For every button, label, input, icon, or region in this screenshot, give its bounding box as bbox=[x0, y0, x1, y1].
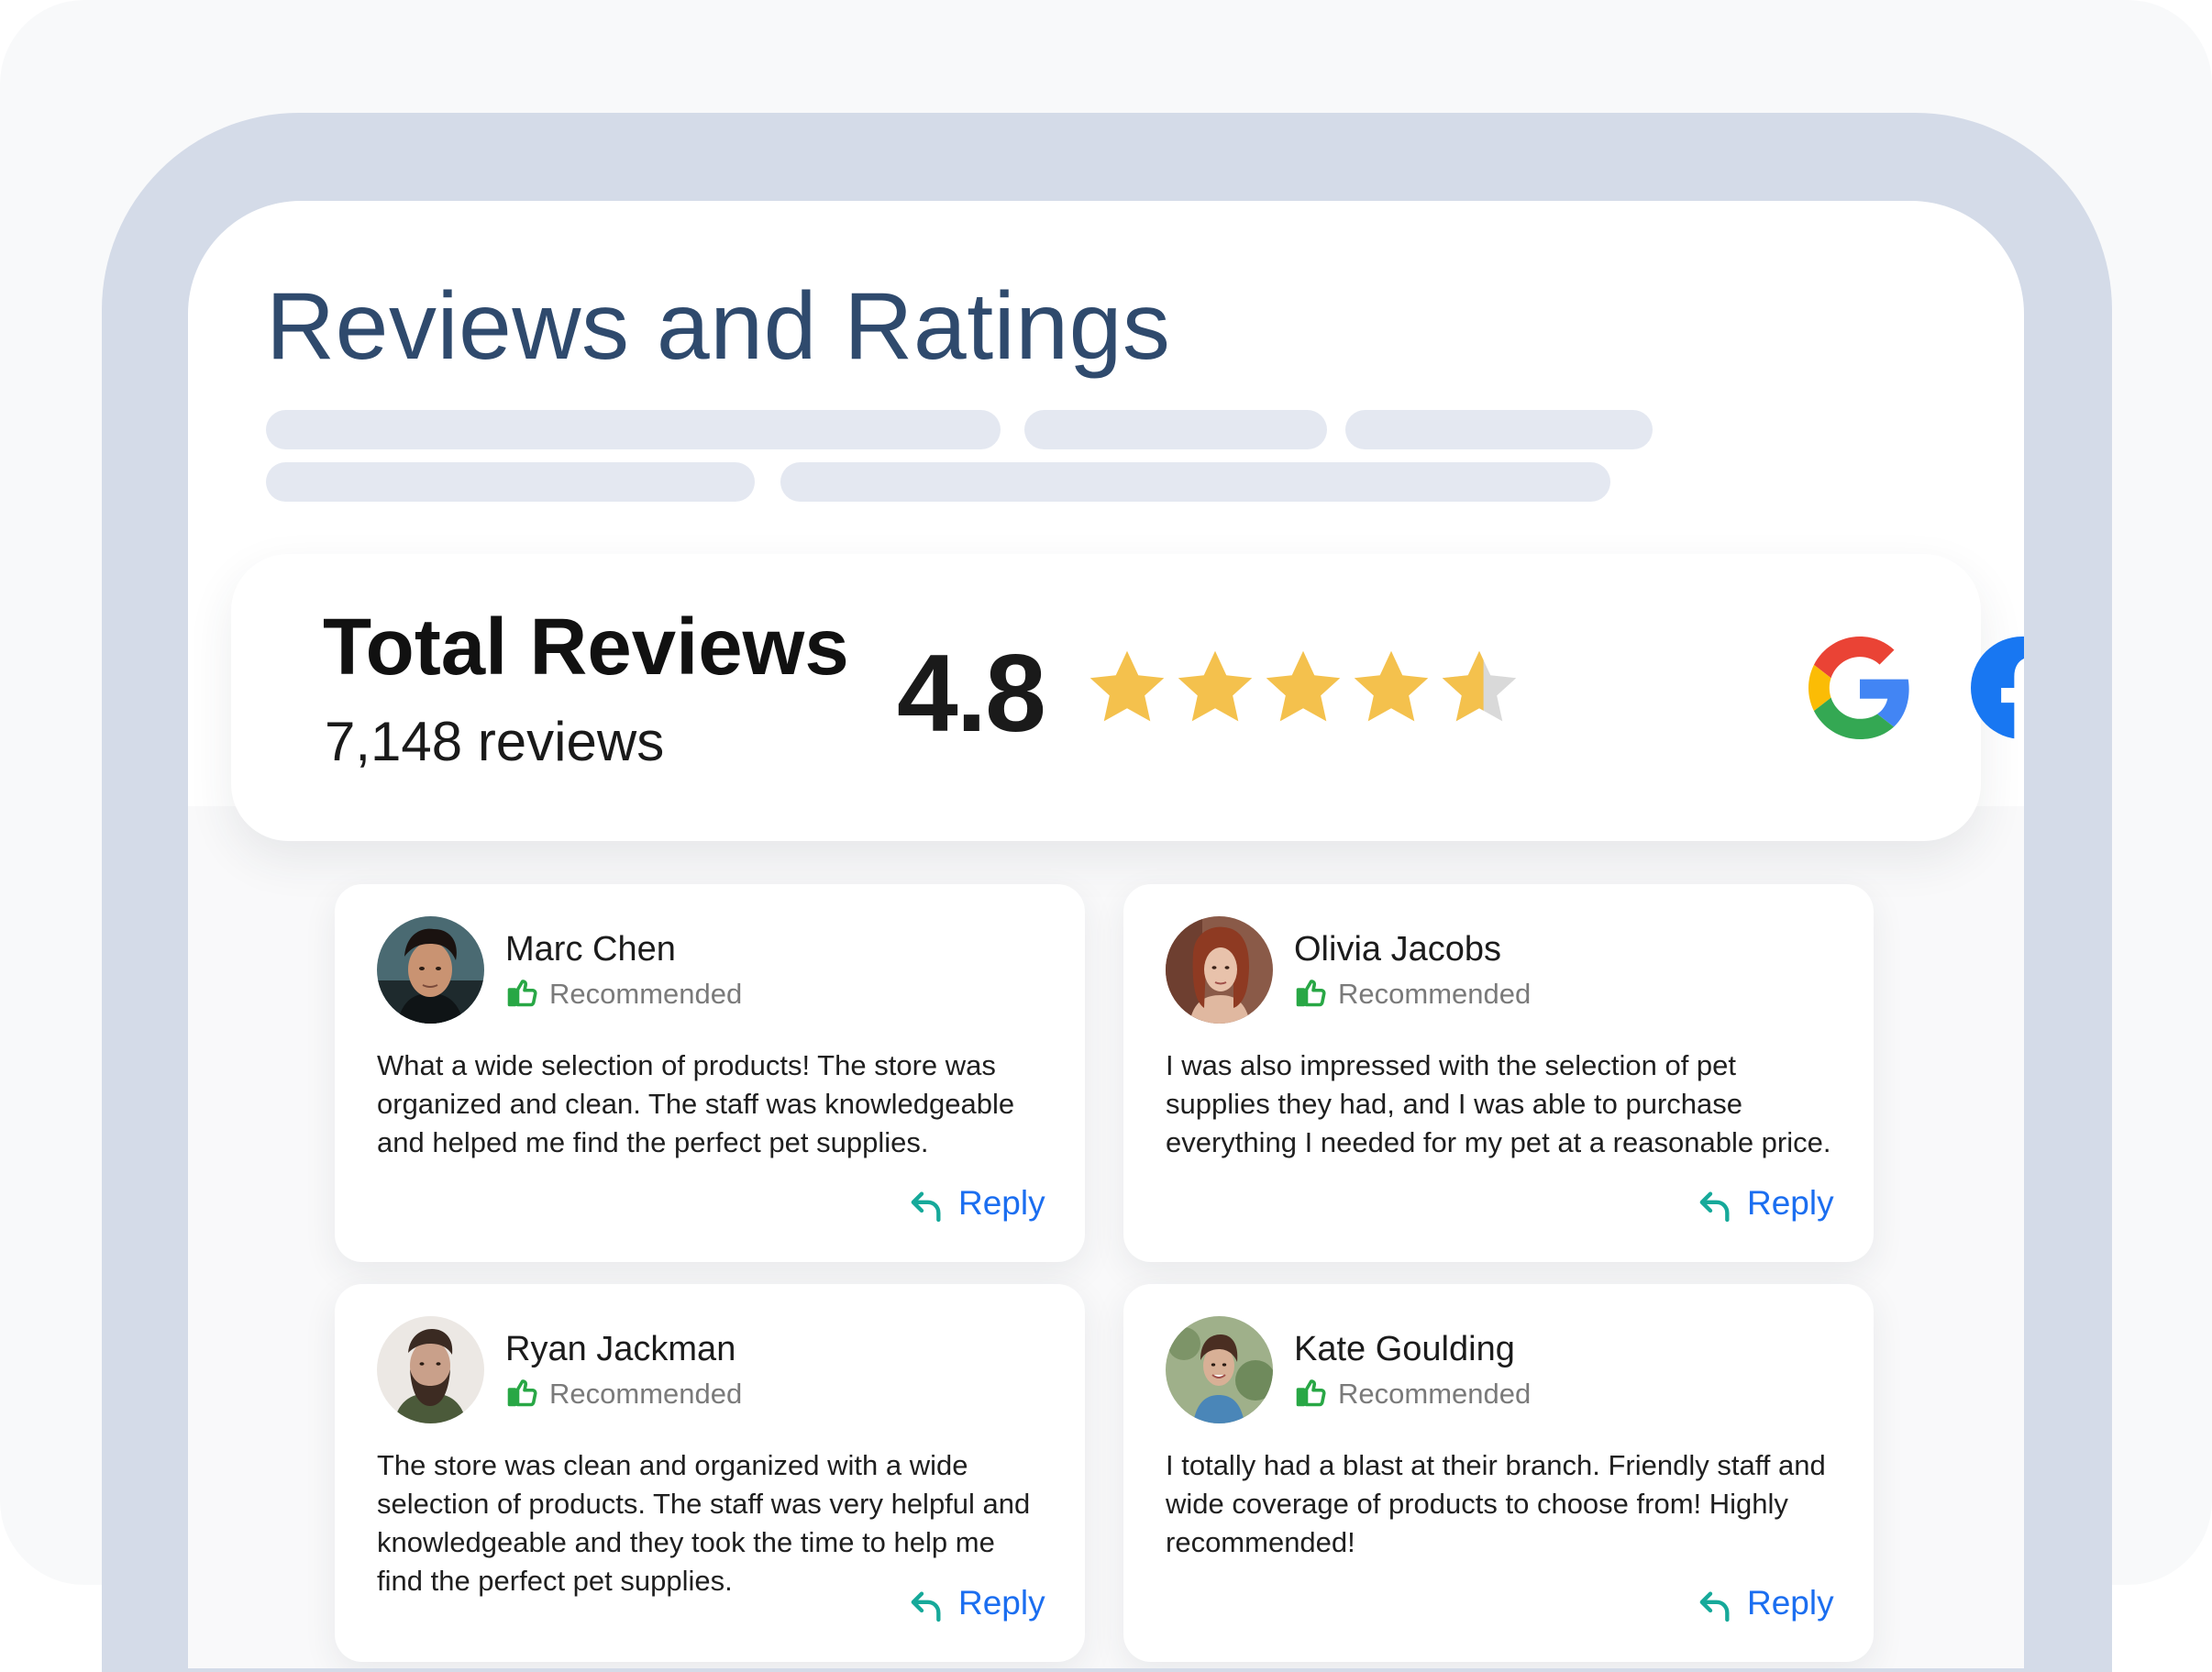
avatar bbox=[377, 1316, 484, 1423]
review-card: Kate Goulding Recommended I totally had … bbox=[1123, 1284, 1874, 1662]
reply-arrow-icon bbox=[911, 1591, 941, 1622]
recommended-label: Recommended bbox=[1338, 1378, 1532, 1410]
star-icon bbox=[1354, 650, 1429, 722]
reply-arrow-icon bbox=[1699, 1191, 1730, 1223]
review-card: Ryan Jackman Recommended The store was c… bbox=[335, 1284, 1085, 1662]
recommended-label: Recommended bbox=[549, 978, 743, 1010]
star-icon bbox=[1266, 650, 1341, 722]
avatar bbox=[1166, 916, 1273, 1024]
google-icon[interactable] bbox=[1808, 637, 1911, 739]
page-title: Reviews and Ratings bbox=[266, 273, 1171, 380]
reply-button[interactable]: Reply bbox=[908, 1584, 1045, 1626]
reply-arrow-icon bbox=[911, 1191, 941, 1223]
reviewer-name: Kate Goulding bbox=[1294, 1330, 1515, 1368]
total-reviews-card: Total Reviews 7,148 reviews 4.8 bbox=[231, 554, 2024, 841]
recommended-label: Recommended bbox=[549, 1378, 743, 1410]
facebook-icon[interactable] bbox=[1971, 637, 2024, 739]
reply-button[interactable]: Reply bbox=[908, 1184, 1045, 1226]
reply-button[interactable]: Reply bbox=[1697, 1184, 1834, 1226]
total-reviews-title: Total Reviews bbox=[323, 603, 849, 692]
thumbs-up-icon bbox=[1296, 1379, 1326, 1407]
review-card: Olivia Jacobs Recommended I was also imp… bbox=[1123, 884, 1874, 1262]
reply-label: Reply bbox=[958, 1184, 1045, 1222]
avatar bbox=[377, 916, 484, 1024]
reply-arrow-icon bbox=[1699, 1591, 1730, 1622]
recommended-label: Recommended bbox=[1338, 978, 1532, 1010]
skeleton-line bbox=[266, 462, 755, 502]
star-icon bbox=[1178, 650, 1253, 722]
total-reviews-count: 7,148 reviews bbox=[325, 711, 665, 772]
average-rating: 4.8 bbox=[897, 632, 1046, 755]
thumbs-up-icon bbox=[507, 1379, 537, 1407]
skeleton-line bbox=[266, 410, 1001, 449]
reply-label: Reply bbox=[958, 1584, 1045, 1622]
thumbs-up-icon bbox=[1296, 980, 1326, 1007]
review-text: I was also impressed with the selection … bbox=[1166, 1049, 1831, 1158]
reply-label: Reply bbox=[1747, 1584, 1834, 1622]
reply-label: Reply bbox=[1747, 1184, 1834, 1222]
review-text: I totally had a blast at their branch. F… bbox=[1166, 1449, 1826, 1558]
skeleton-line bbox=[780, 462, 1610, 502]
reviewer-name: Ryan Jackman bbox=[505, 1330, 736, 1368]
review-text: The store was clean and organized with a… bbox=[377, 1449, 1031, 1597]
skeleton-line bbox=[1345, 410, 1653, 449]
reviews-screen: Reviews and Ratings Total Reviews 7,148 … bbox=[188, 201, 2024, 1668]
skeleton-line bbox=[1024, 410, 1327, 449]
review-card: Marc Chen Recommended What a wide select… bbox=[335, 884, 1085, 1262]
partial-star-icon bbox=[1442, 650, 1517, 722]
star-icon bbox=[1089, 650, 1165, 722]
review-text: What a wide selection of products! The s… bbox=[377, 1049, 1015, 1158]
reviewer-name: Olivia Jacobs bbox=[1294, 930, 1501, 969]
reply-button[interactable]: Reply bbox=[1697, 1584, 1834, 1626]
thumbs-up-icon bbox=[507, 980, 537, 1007]
reviewer-name: Marc Chen bbox=[505, 930, 676, 969]
avatar bbox=[1166, 1316, 1273, 1423]
